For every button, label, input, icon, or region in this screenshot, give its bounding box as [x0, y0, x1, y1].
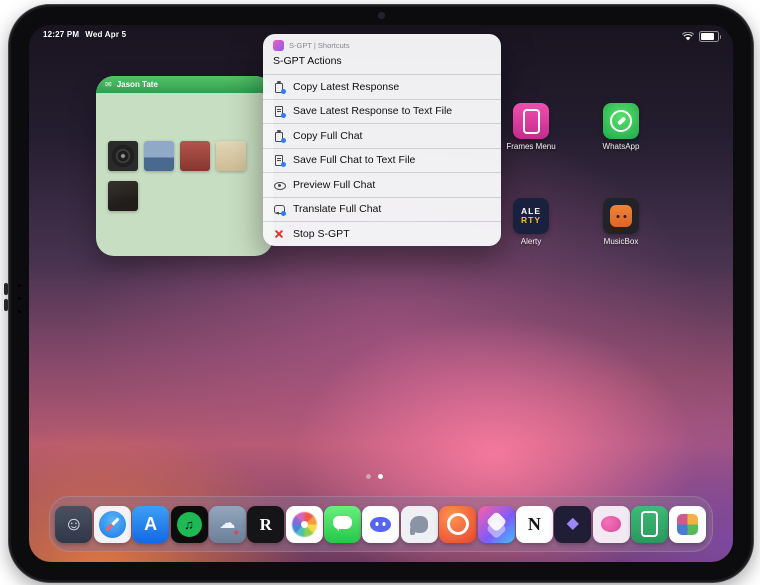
- album-art-thumbnail[interactable]: [216, 141, 246, 171]
- app-label: Alerty: [520, 237, 542, 246]
- status-date: Wed Apr 5: [85, 30, 127, 39]
- musicbox-icon: [603, 198, 639, 234]
- menu-item-label: Save Full Chat to Text File: [293, 154, 416, 167]
- album-art-thumbnail[interactable]: [180, 141, 210, 171]
- bezel-dot: [18, 310, 21, 313]
- spotify-app-icon[interactable]: ♫: [170, 505, 208, 543]
- home-app-whatsapp[interactable]: WhatsApp: [593, 103, 649, 151]
- brain-app-icon[interactable]: [592, 505, 630, 543]
- menu-item-copy-latest-response[interactable]: Copy Latest Response: [263, 74, 501, 99]
- page-dot[interactable]: [378, 474, 383, 479]
- timer-app-icon[interactable]: [439, 505, 477, 543]
- cloud-app-icon[interactable]: ☁: [208, 505, 246, 543]
- menu-item-stop-s-gpt[interactable]: Stop S-GPT: [263, 221, 501, 246]
- eye-icon: [273, 179, 286, 191]
- widget-title: Jason Tate: [116, 80, 158, 89]
- shortcuts-app-icon[interactable]: [477, 505, 515, 543]
- album-art-thumbnail[interactable]: [108, 181, 138, 211]
- page-indicator[interactable]: [366, 474, 383, 479]
- bezel-dot: [18, 284, 21, 287]
- discord-app-icon[interactable]: [362, 505, 400, 543]
- sgpt-context-menu: S-GPT | Shortcuts S-GPT Actions Copy Lat…: [263, 34, 501, 246]
- app-label: Frames Menu: [506, 142, 556, 151]
- menu-item-label: Stop S-GPT: [293, 227, 350, 240]
- jason-tate-widget[interactable]: ✉ Jason Tate: [96, 76, 273, 256]
- home-screen: 12:27 PM Wed Apr 5 ✉ Jason Tate S-GPT | …: [29, 25, 733, 562]
- menu-item-label: Translate Full Chat: [293, 203, 382, 216]
- bezel-dot: [18, 297, 21, 300]
- app-label: MusicBox: [603, 237, 639, 246]
- widget-album-grid: [96, 93, 273, 256]
- home-app-alerty[interactable]: ALE RTY Alerty: [503, 198, 559, 246]
- album-art-thumbnail[interactable]: [144, 141, 174, 171]
- app-label: WhatsApp: [602, 142, 640, 151]
- reader-app-icon[interactable]: R: [247, 505, 285, 543]
- menu-item-label: Save Latest Response to Text File: [293, 105, 453, 118]
- photogrid-app-icon[interactable]: [669, 505, 707, 543]
- text-file-icon: [273, 154, 286, 168]
- alerty-icon: ALE RTY: [513, 198, 549, 234]
- safari-app-icon[interactable]: [93, 505, 131, 543]
- wifi-icon: [682, 32, 694, 41]
- shortcuts-app-icon: [273, 40, 284, 51]
- clipboard-icon: [273, 81, 286, 94]
- notion-app-icon[interactable]: N: [515, 505, 553, 543]
- ipad-device-frame: 12:27 PM Wed Apr 5 ✉ Jason Tate S-GPT | …: [8, 4, 754, 583]
- menu-item-save-latest-response-to-text-file[interactable]: Save Latest Response to Text File: [263, 98, 501, 124]
- menu-item-label: Copy Full Chat: [293, 129, 363, 142]
- stop-icon: [273, 228, 285, 240]
- page-dot[interactable]: [366, 474, 371, 479]
- mastodon-app-icon[interactable]: [400, 505, 438, 543]
- menu-item-label: Preview Full Chat: [293, 178, 376, 191]
- menu-app-name: S-GPT | Shortcuts: [289, 41, 350, 50]
- menu-item-translate-full-chat[interactable]: Translate Full Chat: [263, 196, 501, 222]
- menu-item-preview-full-chat[interactable]: Preview Full Chat: [263, 172, 501, 197]
- frames-menu-icon: [513, 103, 549, 139]
- widget-header: ✉ Jason Tate: [96, 76, 273, 93]
- menu-item-label: Copy Latest Response: [293, 80, 400, 93]
- frames-app-icon[interactable]: [631, 505, 668, 543]
- translate-icon: [273, 203, 286, 217]
- status-time: 12:27 PM: [43, 30, 80, 39]
- menu-item-save-full-chat-to-text-file[interactable]: Save Full Chat to Text File: [263, 147, 501, 173]
- menu-item-list: Copy Latest Response Save Latest Response…: [263, 74, 501, 246]
- album-art-thumbnail[interactable]: [108, 141, 138, 171]
- menu-title: S-GPT Actions: [273, 55, 342, 67]
- menu-app-header: S-GPT | Shortcuts: [263, 34, 501, 52]
- front-camera: [379, 13, 384, 18]
- whatsapp-icon: [603, 103, 639, 139]
- dock: ☺ A♫☁R N◆: [49, 496, 713, 552]
- messages-app-icon[interactable]: [324, 505, 361, 543]
- clipboard-icon: [273, 130, 286, 143]
- menu-item-copy-full-chat[interactable]: Copy Full Chat: [263, 123, 501, 148]
- appstore-app-icon[interactable]: A: [132, 505, 170, 543]
- text-file-icon: [273, 105, 286, 119]
- photos-app-icon[interactable]: [285, 505, 323, 543]
- finder-app-icon[interactable]: ☺: [55, 505, 93, 543]
- obsidian-app-icon[interactable]: ◆: [554, 505, 592, 543]
- home-app-frames-menu[interactable]: Frames Menu: [503, 103, 559, 151]
- battery-icon: [699, 31, 721, 42]
- newsletter-icon: ✉: [105, 79, 112, 89]
- home-app-musicbox[interactable]: MusicBox: [593, 198, 649, 246]
